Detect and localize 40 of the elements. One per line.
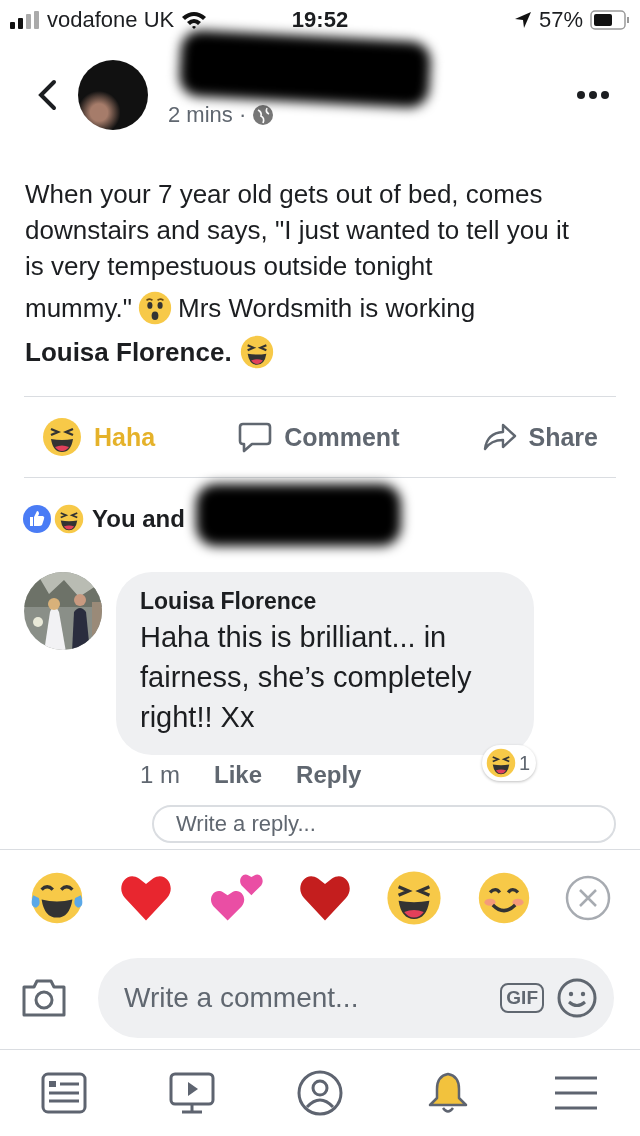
post-timestamp: 2 mins ·	[168, 102, 247, 128]
speech-bubble-icon	[238, 421, 273, 453]
thumbs-up-icon	[22, 504, 52, 534]
gif-button[interactable]: GIF	[500, 982, 544, 1013]
reply-field[interactable]: Write a reply...	[152, 805, 616, 843]
comment-author[interactable]: Louisa Florence	[140, 588, 510, 615]
laughing-face-icon	[54, 504, 84, 534]
comment-time: 1 m	[140, 761, 180, 789]
battery-icon	[590, 10, 630, 30]
share-arrow-icon	[482, 422, 517, 452]
carrier-name: vodafone UK	[47, 7, 175, 33]
reaction-button[interactable]: Share	[464, 416, 616, 458]
wifi-icon	[181, 10, 208, 30]
clock-time: 19:52	[291, 7, 349, 33]
post-text: Mrs Wordsmith is working	[177, 292, 476, 325]
location-arrow-icon	[513, 11, 532, 29]
reaction-badge[interactable]: 1	[481, 745, 536, 781]
reaction-summary-text[interactable]: You and	[92, 505, 185, 533]
battery-percent: 57%	[538, 7, 583, 33]
laughing-face-icon	[386, 870, 443, 926]
mention-link[interactable]: Louisa Florence.	[25, 334, 232, 370]
video-icon	[168, 1071, 216, 1115]
back-icon[interactable]	[36, 79, 58, 111]
laughing-face-icon	[485, 748, 516, 778]
comment-field[interactable]: Write a comment... GIF	[98, 957, 614, 1038]
reaction-button[interactable]: Comment	[220, 415, 418, 459]
globe-icon	[252, 104, 275, 126]
astonished-face-icon	[137, 291, 172, 325]
news-feed-icon	[40, 1071, 88, 1115]
like-link[interactable]: Like	[214, 761, 263, 789]
profile-icon	[296, 1069, 344, 1117]
post-text: mummy."	[25, 292, 132, 325]
laughing-face-icon	[239, 335, 274, 369]
laughing-face-icon	[42, 417, 82, 457]
reaction-count: 1	[518, 751, 530, 775]
smiley-icon[interactable]	[556, 976, 598, 1019]
more-icon[interactable]	[576, 90, 610, 100]
signal-icon	[10, 11, 40, 29]
comment-text: Haha this is brilliant... in fairness, she’s completely right!! Xx	[140, 620, 473, 735]
reply-link[interactable]: Reply	[296, 761, 362, 789]
